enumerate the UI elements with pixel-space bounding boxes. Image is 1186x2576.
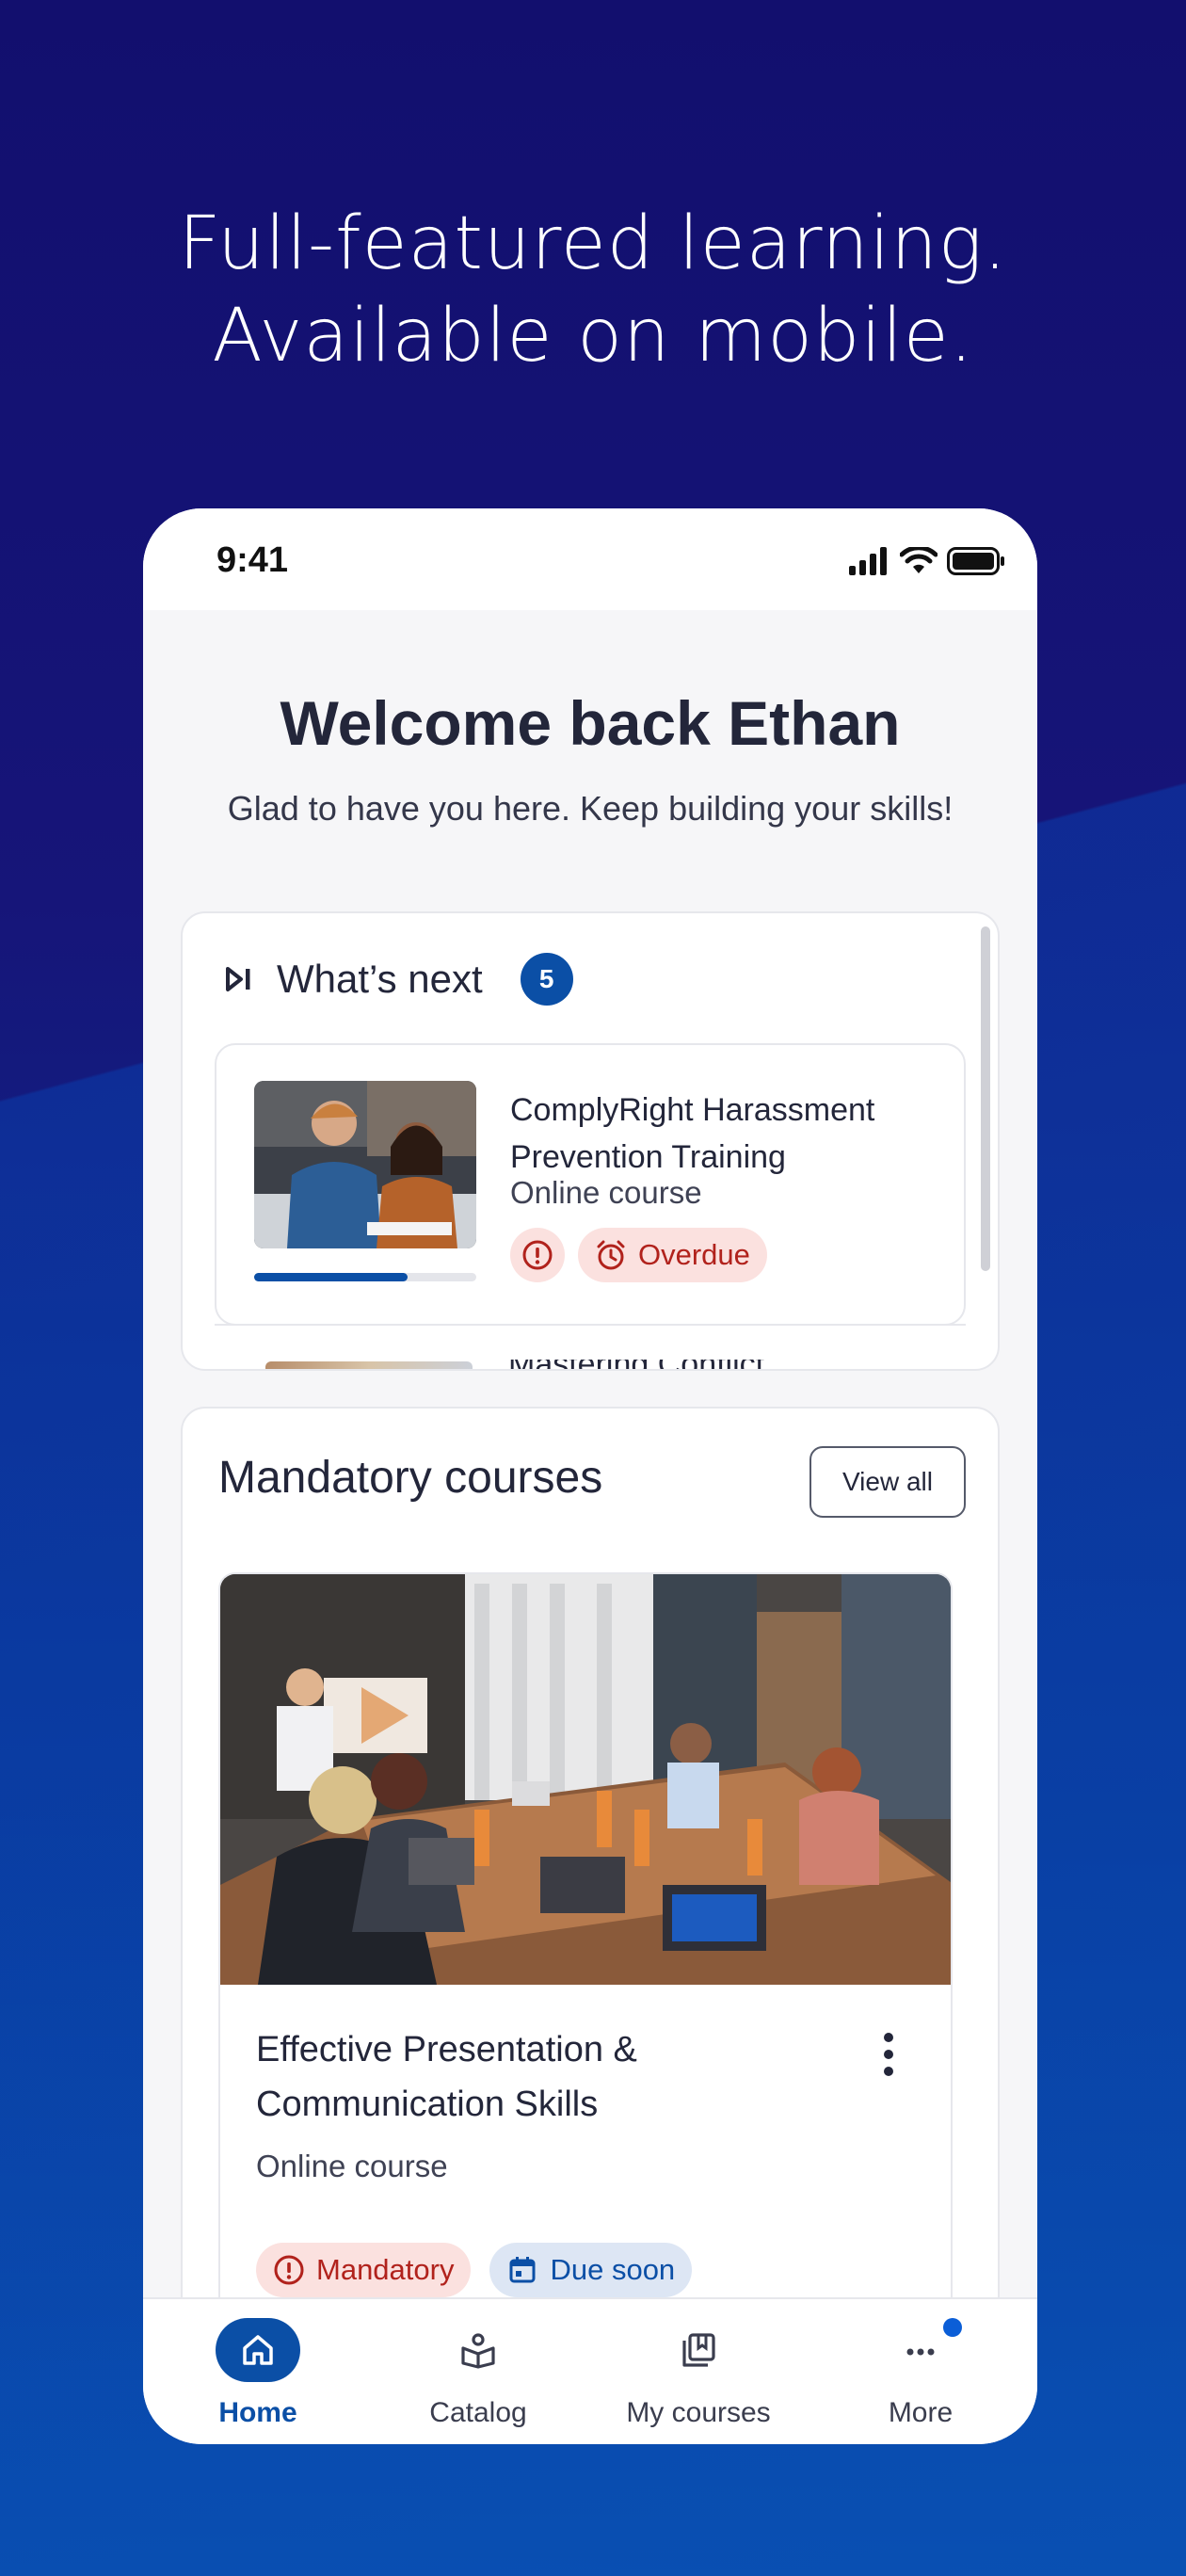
nav-label-home: Home	[218, 2397, 297, 2428]
whats-next-header: What’s next 5	[222, 951, 573, 1007]
welcome-subtitle: Glad to have you here. Keep building you…	[227, 789, 954, 828]
course-title-clipped: Mastering Conflict	[508, 1360, 791, 1369]
mandatory-courses-title: Mandatory courses	[218, 1453, 603, 1503]
home-icon	[243, 2335, 273, 2365]
nav-item-more[interactable]: More	[826, 2309, 1015, 2440]
course-image	[220, 1574, 951, 1985]
headline-line-1: Full-featured learning.	[178, 201, 1008, 286]
skip-next-icon	[226, 967, 250, 991]
status-bar: 9:41	[143, 508, 1037, 610]
nav-item-home[interactable]: Home	[164, 2309, 352, 2440]
mandatory-course-card[interactable]: Effective Presentation & Communication S…	[218, 1572, 953, 2420]
more-icon	[906, 2348, 935, 2356]
nav-icon-container	[216, 2318, 300, 2382]
more-options-icon[interactable]	[870, 2026, 907, 2083]
signal-icon	[849, 547, 887, 575]
mandatory-chip: Mandatory	[256, 2243, 472, 2297]
mandatory-label: Mandatory	[316, 2253, 455, 2286]
headline-line-2: Available on mobile.	[212, 294, 974, 378]
course-type: Online course	[510, 1175, 702, 1210]
alert-icon	[274, 2255, 304, 2285]
nav-icon-container	[436, 2318, 521, 2382]
catalog-icon	[461, 2333, 495, 2369]
course-type: Online course	[256, 2149, 448, 2183]
whats-next-count-badge: 5	[520, 953, 573, 1006]
course-title: Mastering Conflict	[508, 1360, 791, 1369]
nav-label-catalog: Catalog	[429, 2397, 527, 2428]
due-soon-label: Due soon	[550, 2253, 676, 2286]
whats-next-title: What’s next	[277, 957, 483, 1001]
course-title: Effective Presentation & Communication S…	[256, 2030, 637, 2124]
whats-next-scrollbar[interactable]	[981, 926, 990, 1271]
notification-dot	[943, 2318, 962, 2337]
mandatory-courses-card: Mandatory courses View all Effective Pre…	[181, 1407, 1000, 2442]
alert-chip	[510, 1228, 565, 1282]
nav-label-my-courses: My courses	[626, 2397, 771, 2428]
course-thumbnail	[265, 1361, 473, 1369]
marketing-headline: Full-featured learning. Available on mob…	[0, 198, 1186, 382]
welcome-title: Welcome back Ethan	[280, 688, 901, 758]
view-all-button[interactable]: View all	[809, 1446, 966, 1518]
course-status-chips: Mandatory Due soon	[256, 2243, 693, 2297]
due-soon-chip: Due soon	[489, 2243, 693, 2297]
nav-item-catalog[interactable]: Catalog	[384, 2309, 572, 2440]
nav-item-my-courses[interactable]: My courses	[604, 2309, 793, 2440]
course-status-chips: Overdue	[510, 1228, 767, 1282]
wifi-icon	[900, 547, 938, 573]
course-title: ComplyRight Harassment Prevention Traini…	[510, 1092, 875, 1175]
bottom-navigation: Home Catalog My courses More	[143, 2297, 1037, 2444]
calendar-icon	[509, 2257, 536, 2283]
my-courses-icon	[682, 2333, 715, 2367]
phone-screen: 9:41 Welcome back Ethan Glad to have you…	[143, 508, 1037, 2444]
alert-icon	[522, 1240, 553, 1270]
course-progress-fill	[254, 1273, 408, 1281]
course-thumbnail	[254, 1081, 476, 1248]
overdue-label: Overdue	[638, 1238, 750, 1271]
nav-label-more: More	[888, 2397, 954, 2428]
nav-icon-container	[656, 2318, 741, 2382]
whats-next-item[interactable]: ComplyRight Harassment Prevention Traini…	[215, 1043, 966, 1326]
course-progress-bar	[254, 1273, 476, 1281]
status-icons	[849, 546, 1005, 576]
whats-next-item[interactable]: Mastering Conflict	[215, 1324, 966, 1369]
alarm-icon	[597, 1240, 625, 1270]
overdue-chip: Overdue	[578, 1228, 767, 1282]
status-time: 9:41	[216, 540, 289, 580]
whats-next-card: What’s next 5 ComplyRight Harassment Pre…	[181, 911, 1000, 1371]
battery-icon	[947, 547, 1004, 575]
